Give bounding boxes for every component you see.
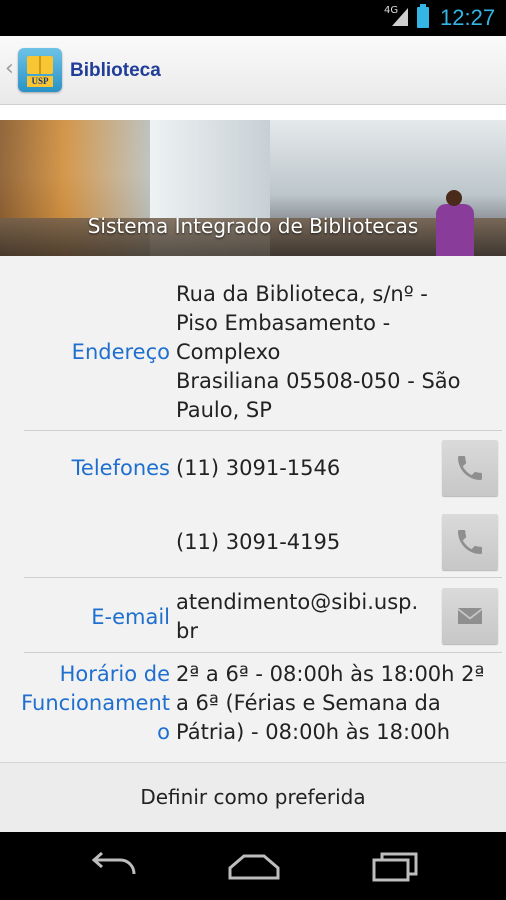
address-row: Endereço Rua da Biblioteca, s/nº - Piso … xyxy=(0,280,506,430)
page-title: Biblioteca xyxy=(70,60,161,81)
clock: 12:27 xyxy=(440,5,496,30)
signal-icon xyxy=(392,8,408,26)
divider xyxy=(24,577,502,578)
phone-icon xyxy=(458,456,482,480)
logo-text: USP xyxy=(27,76,53,87)
send-email-button[interactable] xyxy=(442,588,498,644)
address-label: Endereço xyxy=(71,340,170,364)
address-value: Rua da Biblioteca, s/nº - Piso Embasamen… xyxy=(176,282,461,422)
app-logo-icon[interactable]: USP xyxy=(18,48,62,92)
email-icon xyxy=(458,608,482,624)
phones-label: Telefones xyxy=(71,456,170,480)
library-banner-image: Sistema Integrado de Bibliotecas xyxy=(0,120,506,256)
set-favorite-label: Definir como preferida xyxy=(140,785,366,809)
phones-row: Telefones (11) 3091-1546 (11) 3091-4195 xyxy=(0,440,506,580)
recent-apps-icon[interactable] xyxy=(370,850,420,882)
set-favorite-button[interactable]: Definir como preferida xyxy=(0,762,506,833)
hours-row: Horário de Funcionament o 2ª a 6ª - 08:0… xyxy=(0,660,506,756)
phone-icon xyxy=(458,530,482,554)
status-bar: 4G 12:27 xyxy=(0,0,506,36)
email-label: E-email xyxy=(91,605,170,629)
back-icon[interactable] xyxy=(88,850,138,882)
up-caret-icon[interactable]: ‹ xyxy=(5,56,14,81)
action-bar: ‹ USP Biblioteca xyxy=(0,36,506,105)
divider xyxy=(24,652,502,653)
details-panel: Endereço Rua da Biblioteca, s/nº - Piso … xyxy=(0,256,506,762)
banner-caption: Sistema Integrado de Bibliotecas xyxy=(87,214,419,238)
hours-value: 2ª a 6ª - 08:00h às 18:00h 2ª a 6ª (Féri… xyxy=(176,662,485,744)
battery-icon xyxy=(417,4,429,28)
book-icon xyxy=(27,56,53,74)
call-phone-2-button[interactable] xyxy=(442,514,498,570)
divider xyxy=(24,430,502,431)
home-icon[interactable] xyxy=(226,850,282,882)
navigation-bar xyxy=(0,832,506,900)
hours-label: Horário de Funcionament o xyxy=(21,662,170,744)
call-phone-1-button[interactable] xyxy=(442,440,498,496)
email-row: E-email atendimento@sibi.usp. br xyxy=(0,588,506,656)
